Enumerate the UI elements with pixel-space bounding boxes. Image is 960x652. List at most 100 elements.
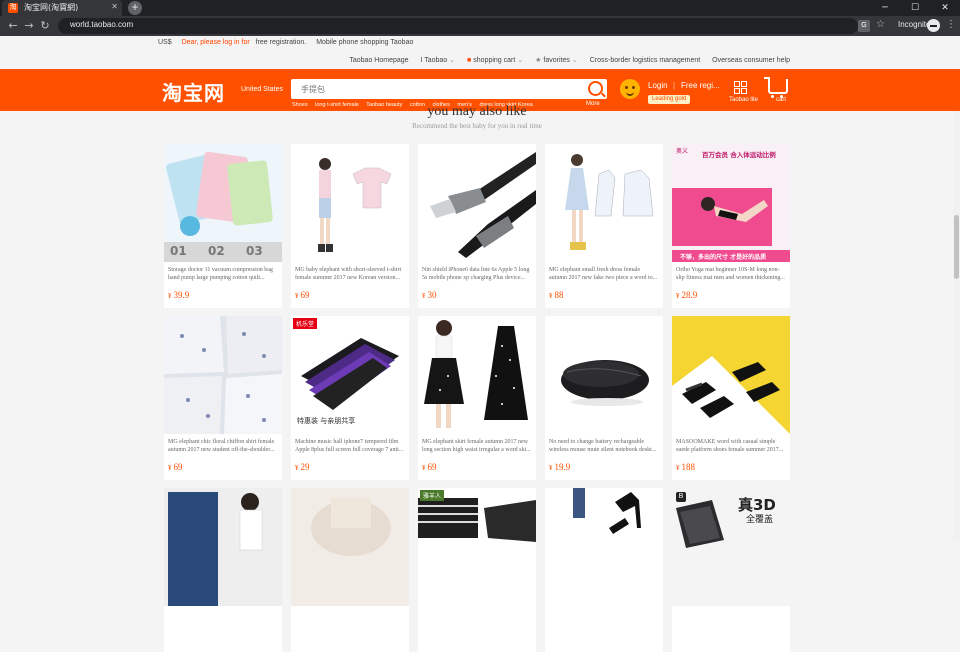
scrollbar-thumb[interactable] <box>954 215 959 279</box>
product-card[interactable]: 奥义 百万会员 合入体运动比例 不够，多出的尺寸 才是好的品质 Ortho Yo… <box>672 144 790 308</box>
region-label[interactable]: United States <box>241 86 283 93</box>
product-title: Storage doctor 11 vacuum compression bag… <box>168 267 273 281</box>
section-subtitle: Recommend the best baby for you in real … <box>412 122 542 130</box>
forward-icon[interactable]: → <box>22 19 36 33</box>
login-link[interactable]: Login <box>648 81 668 90</box>
cart-label[interactable]: cart <box>776 97 786 103</box>
currency-symbol: ¥ <box>422 292 426 300</box>
currency-symbol: ¥ <box>168 292 172 300</box>
nav-link-consumer-help[interactable]: Overseas consumer help <box>712 57 790 64</box>
product-title: MG elephant chic floral chiffon shirt fe… <box>168 439 275 453</box>
nav-link-cart[interactable]: shopping cart <box>473 57 515 64</box>
reload-icon[interactable]: ↻ <box>38 19 52 33</box>
product-card[interactable]: 机乐堂 特惠装 与亲朋共享 Machine music hall iphone7… <box>291 316 409 480</box>
product-title: MG elephant skirt female autumn 2017 new… <box>422 439 531 453</box>
taobao-logo[interactable]: 淘宝网 <box>162 77 225 106</box>
brand-badge-icon: B <box>676 492 686 502</box>
bookmark-star-icon[interactable]: ☆ <box>876 19 885 30</box>
product-card[interactable]: MASOOMAKE word with casual simple suede … <box>672 316 790 480</box>
gold-badge[interactable]: Leading gold <box>648 95 691 104</box>
free-registration-link[interactable]: free registration. <box>256 39 307 46</box>
product-card[interactable]: MG baby elephant with short-sleeved t-sh… <box>291 144 409 308</box>
product-card[interactable]: B 真3D 全覆盖 <box>672 488 790 652</box>
product-title: Nin shield iPhone6 data line 6s Apple 5 … <box>422 267 530 281</box>
product-title: No need to change battery rechargeable w… <box>549 439 657 453</box>
price-value: 69 <box>427 462 437 472</box>
search-input[interactable] <box>299 84 563 95</box>
product-title: MG elephant small fresh dress female aut… <box>549 267 658 281</box>
nav-link-logistics[interactable]: Cross-border logistics management <box>590 57 701 64</box>
login-prompt-link[interactable]: Dear, please log in for <box>182 39 250 46</box>
currency-selector[interactable]: US$ <box>158 39 172 46</box>
incognito-label: Incognito <box>898 20 931 29</box>
url-text: world.taobao.com <box>70 20 134 29</box>
mobile-shopping-link[interactable]: Mobile phone shopping Taobao <box>316 39 413 46</box>
product-card[interactable]: 01 02 03 Storage doctor 11 vacuum compre… <box>164 144 282 308</box>
product-price: ¥19.9 <box>549 462 570 472</box>
brand-tag: 雅羊人 <box>420 490 445 501</box>
price-value: 69 <box>173 462 183 472</box>
product-card[interactable]: Nin shield iPhone6 data line 6s Apple 5 … <box>418 144 536 308</box>
product-price: ¥28.9 <box>676 290 697 300</box>
search-icon[interactable] <box>588 81 603 96</box>
back-icon[interactable]: ← <box>6 19 20 33</box>
product-card[interactable]: MG elephant small fresh dress female aut… <box>545 144 663 308</box>
search-box <box>290 78 608 100</box>
currency-symbol: ¥ <box>676 464 680 472</box>
incognito-icon[interactable] <box>927 19 940 32</box>
product-card[interactable]: MG elephant chic floral chiffon shirt fe… <box>164 316 282 480</box>
taobao-lite-label[interactable]: Taobao lite <box>729 97 758 103</box>
skirt-image <box>418 316 536 434</box>
translate-icon[interactable]: G <box>858 20 870 32</box>
thumb-step-number: 01 <box>170 244 187 258</box>
product-card[interactable]: 雅羊人 <box>418 488 536 652</box>
browser-tabbar: 淘 淘宝网(淘寶網) ✕ + ─ ☐ ✕ <box>0 0 960 16</box>
taobao-lite-icon[interactable] <box>734 81 747 94</box>
register-link[interactable]: Free regi... <box>681 81 720 90</box>
product-card[interactable]: No need to change battery rechargeable w… <box>545 316 663 480</box>
product-title: MG baby elephant with short-sleeved t-sh… <box>295 267 402 281</box>
window-close-icon[interactable]: ✕ <box>930 0 960 16</box>
kebab-menu-icon[interactable]: ⋮ <box>946 19 956 30</box>
product-card[interactable] <box>291 488 409 652</box>
tab-close-icon[interactable]: ✕ <box>111 2 118 11</box>
omnibox[interactable]: world.taobao.com <box>58 18 858 34</box>
thumb-brand-text: 奥义 <box>676 148 689 155</box>
product-price: ¥39.9 <box>168 290 189 300</box>
price-value: 188 <box>681 462 696 472</box>
heels-image <box>545 488 663 606</box>
thumb-banner-text: 特惠装 与亲朋共享 <box>297 417 356 425</box>
thumb-step-number: 02 <box>208 244 225 258</box>
product-card[interactable]: MG elephant skirt female autumn 2017 new… <box>418 316 536 480</box>
favorites-star-icon: ★ <box>535 57 542 64</box>
cart-mini-icon: ■ <box>467 57 472 64</box>
maximize-icon[interactable]: ☐ <box>900 0 930 16</box>
minimize-icon[interactable]: ─ <box>870 0 900 16</box>
nav-link-homepage[interactable]: Taobao Homepage <box>349 57 408 64</box>
fashion-tee-image <box>418 488 536 606</box>
product-card[interactable] <box>164 488 282 652</box>
price-value: 29 <box>300 462 310 472</box>
price-value: 69 <box>300 290 310 300</box>
tshirt-outfit-image <box>291 144 409 262</box>
new-tab-icon[interactable]: + <box>128 1 142 15</box>
product-price: ¥69 <box>422 462 437 472</box>
browser-tab[interactable]: 淘 淘宝网(淘寶網) ✕ <box>2 0 122 16</box>
page-scrollbar[interactable] <box>953 111 960 540</box>
window-controls: ─ ☐ ✕ <box>870 0 960 16</box>
price-value: 88 <box>554 290 564 300</box>
product-card[interactable] <box>545 488 663 652</box>
currency-symbol: ¥ <box>422 464 426 472</box>
product-price: ¥188 <box>676 462 695 472</box>
nav-link-favorites[interactable]: favorites <box>543 57 569 64</box>
yoga-mat-image <box>672 144 790 262</box>
cart-icon[interactable] <box>764 77 788 98</box>
nav-link-my-taobao[interactable]: I Taobao <box>420 57 447 64</box>
price-value: 19.9 <box>554 462 571 472</box>
currency-symbol: ¥ <box>168 464 172 472</box>
wireless-mouse-image <box>545 316 663 434</box>
product-price: ¥30 <box>422 290 437 300</box>
floral-shirt-image <box>164 316 282 434</box>
avatar[interactable] <box>620 79 640 99</box>
product-price: ¥69 <box>168 462 183 472</box>
